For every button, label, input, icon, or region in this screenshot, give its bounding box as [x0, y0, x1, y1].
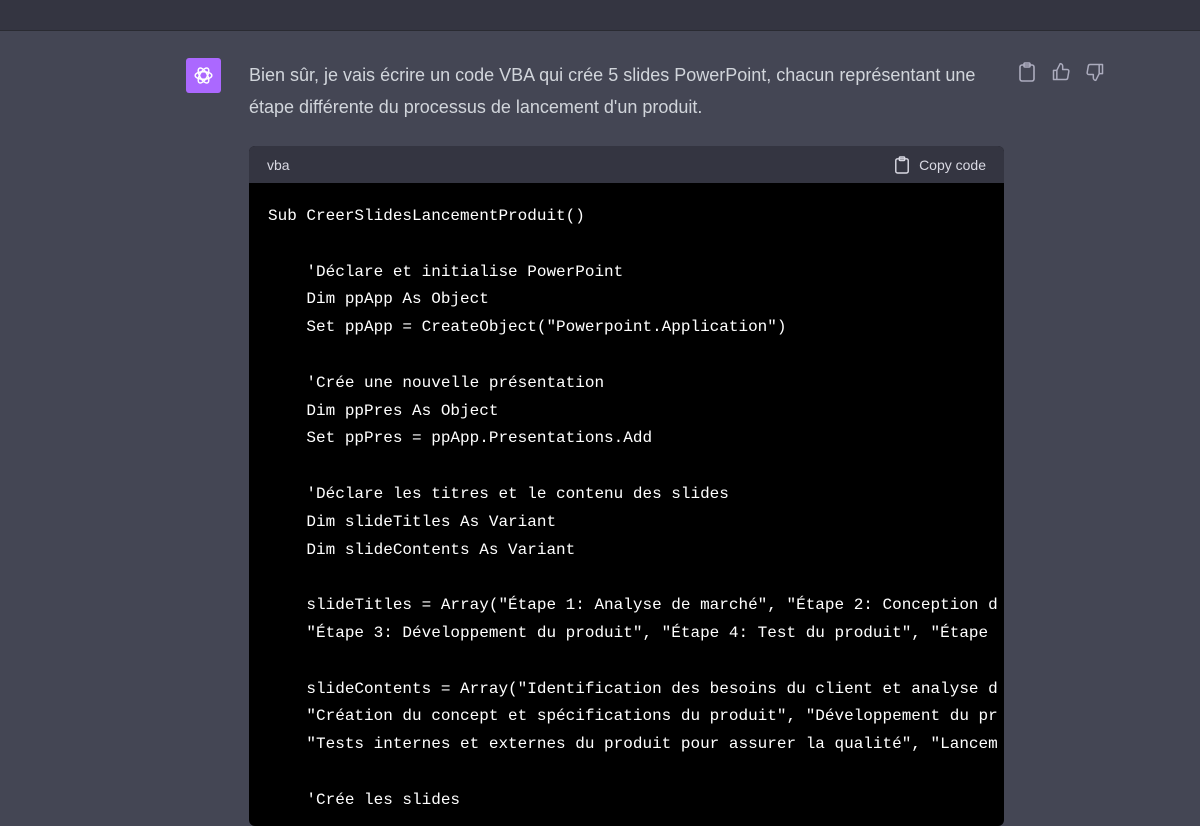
thumbs-up-button[interactable] [1050, 61, 1072, 83]
code-line: Set ppApp = CreateObject("Powerpoint.App… [268, 318, 787, 337]
code-line: Sub CreerSlidesLancementProduit() [268, 207, 585, 225]
thumbs-down-button[interactable] [1084, 61, 1106, 83]
code-line: slideContents = Array("Identification de… [268, 679, 998, 698]
code-line: Dim slideContents As Variant [268, 540, 576, 559]
thumbs-down-icon [1086, 63, 1104, 82]
copy-code-button[interactable]: Copy code [894, 155, 986, 174]
code-block: vba Copy code Sub CreerSlidesLancementPr… [249, 146, 1004, 826]
top-bar [0, 0, 1200, 31]
code-line: "Création du concept et spécifications d… [268, 707, 998, 726]
copy-message-button[interactable] [1016, 61, 1038, 83]
code-line: 'Déclare les titres et le contenu des sl… [268, 484, 729, 503]
code-body: Sub CreerSlidesLancementProduit() 'Décla… [249, 183, 1004, 815]
clipboard-icon [895, 155, 909, 174]
code-line: 'Crée une nouvelle présentation [268, 373, 605, 392]
code-header: vba Copy code [249, 146, 1004, 183]
code-language-label: vba [267, 156, 290, 173]
code-line: 'Déclare et initialise PowerPoint [268, 262, 624, 281]
code-line: "Tests internes et externes du produit p… [268, 735, 998, 754]
thumbs-up-icon [1052, 62, 1070, 81]
code-line: Dim ppPres As Object [268, 401, 499, 420]
code-line: 'Crée les slides [268, 790, 461, 809]
code-line: slideTitles = Array("Étape 1: Analyse de… [268, 596, 998, 615]
assistant-message: Bien sûr, je vais écrire un code VBA qui… [249, 65, 976, 117]
openai-logo-icon [194, 67, 213, 84]
code-line: Dim slideTitles As Variant [268, 512, 557, 531]
copy-code-label: Copy code [919, 156, 986, 173]
message-actions [1016, 61, 1106, 83]
clipboard-icon [1019, 62, 1035, 82]
code-line: Set ppPres = ppApp.Presentations.Add [268, 429, 653, 448]
code-line: "Étape 3: Développement du produit", "Ét… [268, 623, 989, 642]
code-line: Dim ppApp As Object [268, 290, 489, 309]
assistant-avatar [186, 58, 221, 93]
